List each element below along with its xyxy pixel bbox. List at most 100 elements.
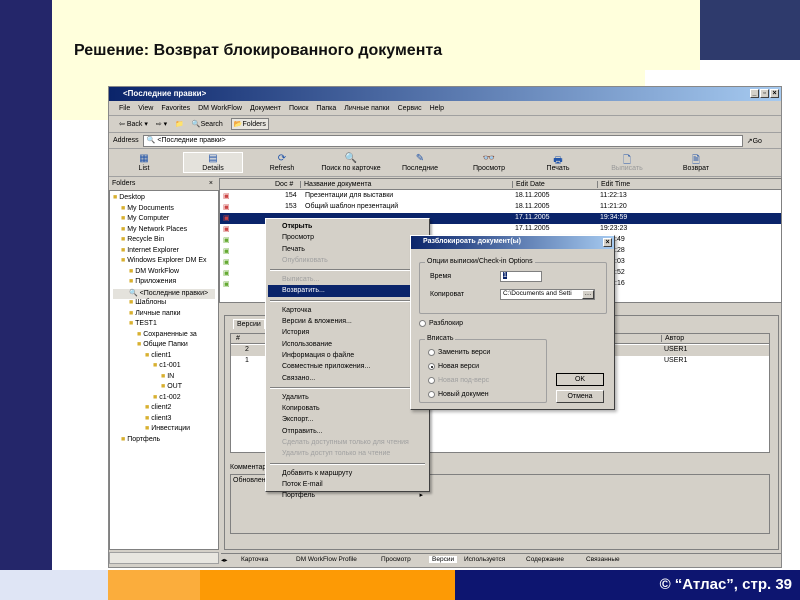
- tree-item[interactable]: ■ Инвестиции: [113, 425, 215, 436]
- toolbar-button[interactable]: 👓 Просмотр: [459, 153, 519, 172]
- dialog-close-button[interactable]: ×: [603, 238, 612, 247]
- menu-item[interactable]: File: [119, 105, 130, 112]
- context-menu-item[interactable]: Карточка: [268, 305, 427, 316]
- toolbar-button[interactable]: ▦ List: [114, 153, 174, 172]
- back-button[interactable]: ⇦ Back ▾: [119, 120, 148, 128]
- up-folder-icon[interactable]: 📁: [175, 120, 184, 128]
- context-menu-item[interactable]: Удалить доступ только на чтение: [268, 448, 427, 459]
- tab-scroll-arrows[interactable]: ◂▸: [221, 556, 228, 564]
- tree-item[interactable]: 🔍 <Последние правки>: [113, 288, 215, 299]
- forward-button[interactable]: ⇨ ▾: [156, 120, 167, 128]
- toolbar-button[interactable]: 🖶 Печать: [528, 153, 588, 172]
- tree-item[interactable]: ■ OUT: [113, 383, 215, 394]
- menu-item[interactable]: Личные папки: [344, 105, 389, 112]
- write-option-radio[interactable]: Новая под-верс: [428, 377, 489, 384]
- context-menu-item[interactable]: Сделать доступным только для чтения: [268, 437, 427, 448]
- tree-item[interactable]: ■ Desktop: [113, 194, 215, 205]
- close-folders-icon[interactable]: ×: [209, 180, 213, 187]
- tree-item[interactable]: ■ My Documents: [113, 205, 215, 216]
- context-menu-item[interactable]: Портфель ▸: [268, 490, 427, 501]
- minimize-button[interactable]: _: [750, 89, 759, 98]
- context-menu-item[interactable]: История: [268, 327, 427, 338]
- tree-item[interactable]: ■ My Network Places: [113, 226, 215, 237]
- copy-path-input[interactable]: C:\Documents and Setti: [500, 289, 595, 300]
- context-menu-item[interactable]: Печать: [268, 244, 427, 255]
- context-menu-item[interactable]: Просмотр: [268, 232, 427, 243]
- context-menu-item[interactable]: Опубликовать: [268, 255, 427, 266]
- document-row[interactable]: ▣ 153 Общий шаблон презентаций 18.11.2005 11…: [220, 202, 781, 213]
- tree-item[interactable]: ■ c1-002: [113, 394, 215, 405]
- tree-item[interactable]: ■ Сохраненные за: [113, 331, 215, 342]
- bottom-tab[interactable]: Связанные: [586, 556, 620, 563]
- context-menu-item[interactable]: Версии & вложения...: [268, 316, 427, 327]
- time-input[interactable]: 1: [500, 271, 542, 282]
- tree-item[interactable]: ■ TEST1: [113, 320, 215, 331]
- tree-item[interactable]: ■ c1-001: [113, 362, 215, 373]
- tree-item[interactable]: ■ Общие Папки: [113, 341, 215, 352]
- bottom-tab[interactable]: Просмотр: [381, 556, 411, 563]
- context-menu-item[interactable]: Поток E-mail: [268, 479, 427, 490]
- toolbar-button[interactable]: ✎ Последние: [390, 153, 450, 172]
- col-edit-time[interactable]: Edit Time: [597, 181, 630, 188]
- tree-item[interactable]: ■ My Computer: [113, 215, 215, 226]
- context-menu-item[interactable]: Использование: [268, 339, 427, 350]
- toolbar-button[interactable]: 🗋 Выписать: [597, 153, 657, 172]
- tree-item[interactable]: ■ DM WorkFlow: [113, 268, 215, 279]
- context-menu-item[interactable]: Связано...: [268, 373, 427, 384]
- col-author[interactable]: Автор: [661, 335, 684, 342]
- maximize-button[interactable]: ▫: [760, 89, 769, 98]
- ok-button[interactable]: OK: [556, 373, 604, 386]
- context-menu-item[interactable]: Выписать...: [268, 274, 427, 285]
- col-edit-date[interactable]: Edit Date: [512, 181, 545, 188]
- cancel-button[interactable]: Отмена: [556, 390, 604, 403]
- tab-versions[interactable]: Версии: [233, 319, 265, 329]
- write-option-radio[interactable]: Заменить верси: [428, 349, 490, 356]
- go-button[interactable]: ↗Go: [747, 137, 762, 145]
- bottom-tab[interactable]: Используется: [464, 556, 505, 563]
- menu-item[interactable]: DM WorkFlow: [198, 105, 242, 112]
- toolbar-button[interactable]: ▤ Details: [183, 152, 243, 173]
- document-row[interactable]: ▣ 154 Презентации для выставки 18.11.2005 11…: [220, 191, 781, 202]
- tree-item[interactable]: ■ client3: [113, 415, 215, 426]
- tree-item[interactable]: ■ Личные папки: [113, 310, 215, 321]
- menu-item[interactable]: Документ: [250, 105, 281, 112]
- menu-item[interactable]: View: [138, 105, 153, 112]
- bottom-tab[interactable]: Версии: [429, 556, 458, 563]
- write-option-radio[interactable]: Новый докумен: [428, 391, 489, 398]
- address-input[interactable]: 🔍 <Последние правки>: [142, 134, 743, 147]
- tree-horizontal-scrollbar[interactable]: [109, 552, 219, 564]
- tree-item[interactable]: ■ Windows Explorer DM Ex: [113, 257, 215, 268]
- tree-item[interactable]: ■ client2: [113, 404, 215, 415]
- toolbar-button[interactable]: 🗎 Возврат: [666, 153, 726, 172]
- menu-item[interactable]: Help: [430, 105, 444, 112]
- bottom-tab[interactable]: DM WorkFlow Profile: [296, 556, 357, 563]
- tree-item[interactable]: ■ Портфель: [113, 436, 215, 447]
- context-menu-item[interactable]: Информация о файле: [268, 350, 427, 361]
- context-menu-item[interactable]: Совместные приложения...: [268, 361, 427, 372]
- context-menu-item[interactable]: Копировать: [268, 403, 427, 414]
- context-menu-item[interactable]: Открыть: [268, 221, 427, 232]
- context-menu-item[interactable]: Добавить к маршруту: [268, 468, 427, 479]
- tree-item[interactable]: ■ client1: [113, 352, 215, 363]
- tree-item[interactable]: ■ Приложения: [113, 278, 215, 289]
- tree-item[interactable]: ■ IN: [113, 373, 215, 384]
- context-menu-item[interactable]: Возвратить...: [268, 285, 427, 297]
- browse-button[interactable]: …: [582, 290, 594, 299]
- col-doc[interactable]: Doc #: [275, 181, 293, 188]
- col-name[interactable]: Название документа: [300, 181, 371, 188]
- tree-item[interactable]: ■ Recycle Bin: [113, 236, 215, 247]
- menu-item[interactable]: Favorites: [161, 105, 190, 112]
- menu-item[interactable]: Сервис: [398, 105, 422, 112]
- col-version-num[interactable]: #: [236, 335, 240, 342]
- bottom-tab[interactable]: Содержание: [526, 556, 564, 563]
- tree-item[interactable]: ■ Шаблоны: [113, 299, 215, 310]
- folders-button[interactable]: 📂Folders: [230, 118, 269, 130]
- context-menu-item[interactable]: Экспорт...: [268, 414, 427, 425]
- close-button[interactable]: ×: [770, 89, 779, 98]
- toolbar-button[interactable]: ⟳ Refresh: [252, 153, 312, 172]
- menu-item[interactable]: Папка: [316, 105, 336, 112]
- toolbar-button[interactable]: 🔍 Поиск по карточке: [321, 153, 381, 172]
- bottom-tab[interactable]: Карточка: [241, 556, 268, 563]
- search-button[interactable]: 🔍Search: [192, 120, 223, 128]
- menu-item[interactable]: Поиск: [289, 105, 308, 112]
